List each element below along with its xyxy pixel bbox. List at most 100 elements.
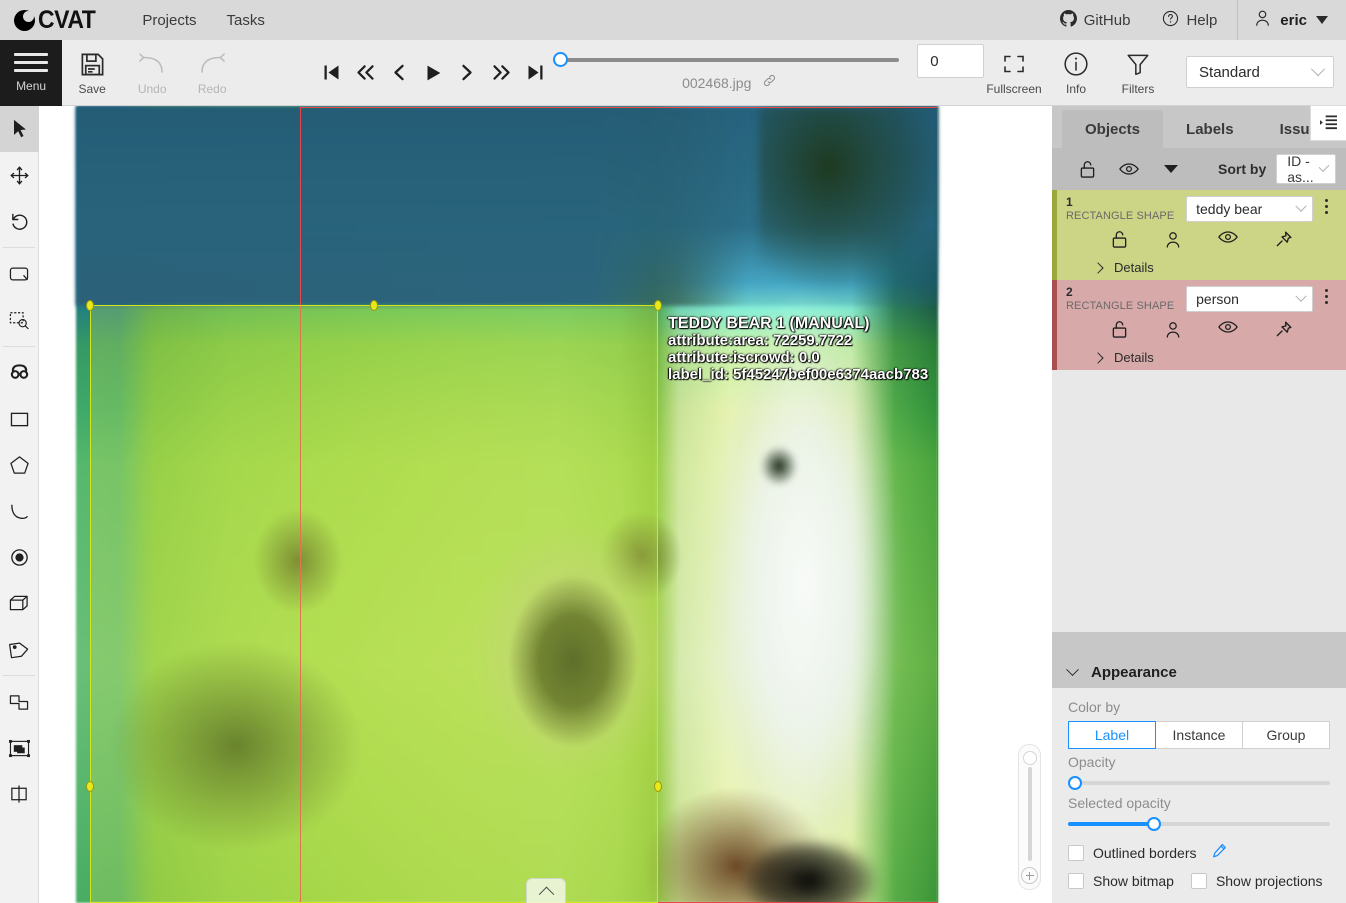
color-by-instance-option[interactable]: Instance (1156, 721, 1243, 749)
ai-tools[interactable] (0, 350, 39, 396)
bitmap-projections-row: Show bitmap Show projections (1068, 873, 1330, 889)
back-multiple-frames-button[interactable] (348, 53, 382, 93)
github-label: GitHub (1083, 11, 1131, 29)
undo-button[interactable]: Undo (122, 48, 182, 96)
next-frame-button[interactable] (450, 53, 484, 93)
resize-handle-middle-left[interactable] (86, 781, 94, 792)
annotation-canvas[interactable]: TEDDY BEAR 1 (MANUAL) attribute:area: 72… (39, 106, 1052, 903)
object-label-select[interactable]: person (1186, 286, 1313, 312)
rotate-tool[interactable] (0, 198, 39, 244)
canvas-zoom-slider[interactable] (1018, 744, 1041, 890)
sort-by-select[interactable]: ID - as... (1276, 153, 1336, 185)
resize-handle-top-center[interactable] (370, 300, 378, 311)
fullscreen-label: Fullscreen (986, 82, 1042, 96)
frame-number-input[interactable]: 0 (917, 44, 985, 78)
zoom-slider-track[interactable] (1027, 767, 1032, 861)
object-details-toggle[interactable]: Details (1066, 350, 1334, 365)
object-label-select[interactable]: teddy bear (1186, 196, 1313, 222)
filters-button[interactable]: Filters (1108, 48, 1168, 96)
object-identity: 1 RECTANGLE SHAPE (1066, 196, 1186, 224)
cursor-tool[interactable] (0, 106, 39, 152)
selected-opacity-slider[interactable] (1068, 815, 1330, 833)
resize-handle-middle-right[interactable] (654, 781, 662, 792)
redo-button[interactable]: Redo (182, 48, 242, 96)
hide-object-icon[interactable] (1218, 320, 1238, 344)
object-menu-button[interactable] (1319, 289, 1334, 304)
fit-image-tool[interactable] (0, 251, 39, 297)
lock-all-icon[interactable] (1066, 160, 1108, 179)
draw-rectangle-tool[interactable] (0, 396, 39, 442)
collapse-side-panel-button[interactable] (1310, 105, 1346, 141)
color-picker-icon[interactable] (1212, 843, 1227, 863)
object-id: 1 (1066, 195, 1073, 209)
draw-tag-tool[interactable] (0, 626, 39, 672)
lock-object-icon[interactable] (1111, 230, 1128, 254)
draw-polygon-tool[interactable] (0, 442, 39, 488)
object-color-stripe (1052, 190, 1057, 280)
opacity-slider-handle[interactable] (1068, 776, 1082, 790)
nav-projects[interactable]: Projects (142, 12, 196, 29)
chevron-up-icon (538, 886, 554, 902)
object-item-2[interactable]: 2 RECTANGLE SHAPE person Details (1052, 280, 1346, 370)
workspace-select[interactable]: Standard (1186, 56, 1335, 88)
nav-tasks[interactable]: Tasks (227, 12, 265, 29)
frame-slider-handle[interactable] (553, 51, 569, 67)
frame-image-shadow (739, 841, 889, 903)
object-item-1[interactable]: 1 RECTANGLE SHAPE teddy bear Details (1052, 190, 1346, 280)
opacity-slider[interactable] (1068, 774, 1330, 792)
first-frame-button[interactable] (314, 53, 348, 93)
tab-objects[interactable]: Objects (1062, 110, 1164, 148)
outlined-borders-label: Outlined borders (1093, 845, 1197, 861)
color-by-label-option[interactable]: Label (1068, 721, 1156, 749)
fullscreen-button[interactable]: Fullscreen (984, 48, 1044, 96)
occluded-object-icon[interactable] (1165, 320, 1181, 344)
lock-object-icon[interactable] (1111, 320, 1128, 344)
tab-labels[interactable]: Labels (1163, 110, 1257, 148)
color-by-group-option[interactable]: Group (1243, 721, 1330, 749)
info-button[interactable]: Info (1046, 48, 1106, 96)
hide-object-icon[interactable] (1218, 230, 1238, 254)
draw-cuboid-tool[interactable] (0, 580, 39, 626)
select-region-tool[interactable] (0, 297, 39, 343)
pin-object-icon[interactable] (1275, 230, 1293, 254)
hide-all-icon[interactable] (1108, 162, 1150, 176)
occluded-object-icon[interactable] (1165, 230, 1181, 254)
show-bitmap-checkbox[interactable] (1068, 873, 1084, 889)
forward-multiple-frames-button[interactable] (484, 53, 518, 93)
object-menu-button[interactable] (1319, 199, 1334, 214)
appearance-header[interactable]: Appearance (1052, 656, 1346, 688)
show-projections-checkbox[interactable] (1190, 873, 1207, 889)
save-button[interactable]: Save (62, 48, 122, 96)
annotation-overlay-title: TEDDY BEAR 1 (MANUAL) (668, 315, 870, 332)
draw-points-tool[interactable] (0, 534, 39, 580)
filters-label: Filters (1121, 82, 1155, 96)
chevron-right-icon (1092, 261, 1104, 274)
frame-slider[interactable] (553, 51, 900, 67)
outlined-borders-checkbox[interactable] (1068, 845, 1084, 861)
menu-button[interactable]: Menu (0, 40, 63, 106)
object-details-toggle[interactable]: Details (1066, 260, 1334, 275)
move-tool[interactable] (0, 152, 39, 198)
user-menu[interactable]: eric (1242, 9, 1346, 32)
play-button[interactable] (416, 53, 450, 93)
selected-opacity-slider-handle[interactable] (1146, 817, 1161, 831)
zoom-in-icon[interactable] (1021, 867, 1038, 884)
previous-frame-button[interactable] (382, 53, 416, 93)
pin-object-icon[interactable] (1275, 320, 1293, 344)
resize-handle-top-left[interactable] (86, 300, 94, 311)
help-link[interactable]: Help (1146, 10, 1233, 31)
last-frame-button[interactable] (518, 53, 552, 93)
collapse-canvas-controls-button[interactable] (526, 878, 566, 903)
zoom-slider-handle[interactable] (1022, 751, 1037, 765)
merge-tool[interactable] (0, 679, 39, 725)
expand-all-icon[interactable] (1150, 164, 1192, 174)
resize-handle-top-right[interactable] (654, 300, 662, 311)
draw-polyline-tool[interactable] (0, 488, 39, 534)
github-link[interactable]: GitHub (1044, 9, 1147, 31)
split-tool[interactable] (0, 771, 39, 817)
teddy-bear-rectangle[interactable] (86, 300, 662, 903)
player-controls (314, 40, 552, 105)
group-tool[interactable] (0, 725, 39, 771)
link-icon[interactable] (762, 73, 777, 93)
cvat-logo[interactable]: CVAT (14, 6, 100, 35)
